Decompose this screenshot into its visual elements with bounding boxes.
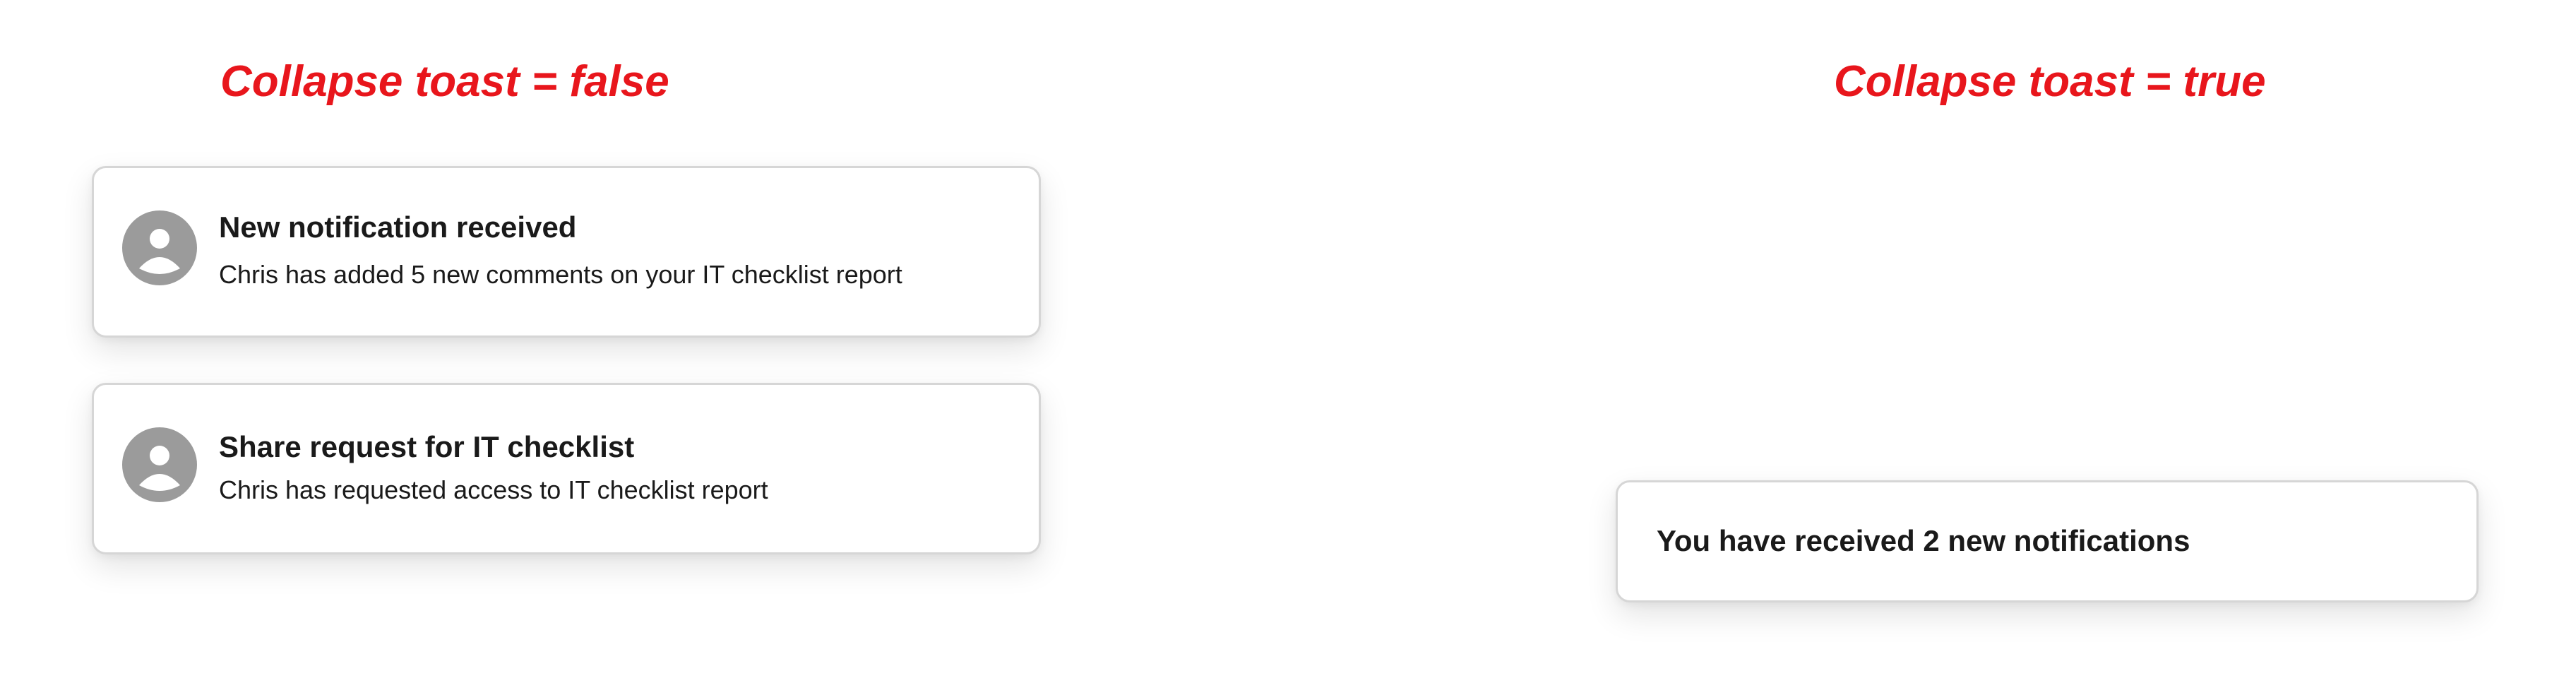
toast-collapsed-summary[interactable]: You have received 2 new notifications — [1616, 480, 2479, 602]
toast-title: New notification received — [219, 210, 577, 244]
toast-message: Chris has added 5 new comments on your I… — [219, 260, 902, 289]
toast-message: Chris has requested access to IT checkli… — [219, 475, 768, 504]
heading-collapse-false: Collapse toast = false — [220, 57, 669, 106]
heading-collapse-true: Collapse toast = true — [1834, 57, 2266, 106]
user-avatar-icon — [122, 427, 197, 502]
user-avatar-icon — [122, 210, 197, 285]
toast-share-request[interactable]: Share request for IT checklist Chris has… — [92, 383, 1041, 554]
toast-title: Share request for IT checklist — [219, 430, 635, 463]
toast-new-notification[interactable]: New notification received Chris has adde… — [92, 166, 1041, 338]
collapsed-toast-text: You have received 2 new notifications — [1657, 524, 2190, 557]
